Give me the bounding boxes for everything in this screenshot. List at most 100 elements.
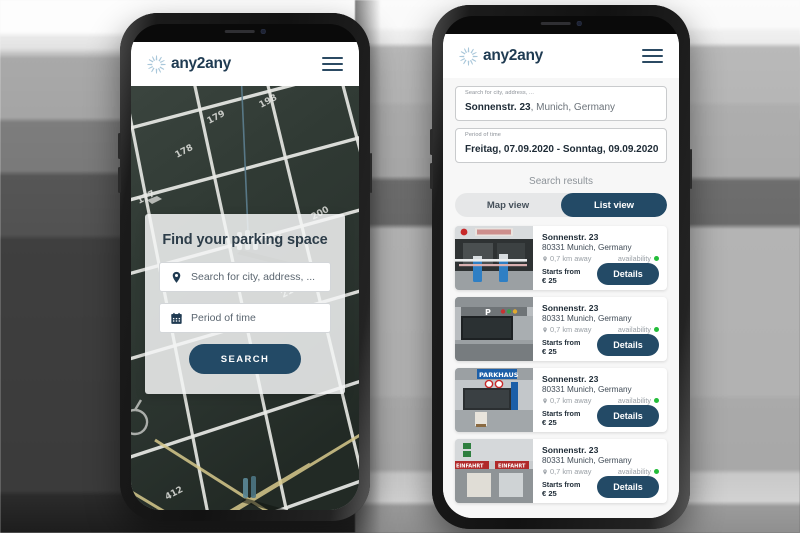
brand-logo-right[interactable]: any2any [459,46,543,66]
results-heading: Search results [529,176,593,187]
map-pin-icon-small [543,327,547,333]
search-input-placeholder: Search for city, address, ... [191,271,316,283]
search-button[interactable]: SEARCH [189,344,301,374]
price-block: Starts from € 25 [542,409,580,428]
tab-map-view[interactable]: Map view [455,193,561,217]
result-footer: Starts from € 25 Details [542,263,659,286]
result-footer: Starts from € 25 Details [542,405,659,428]
result-title: Sonnenstr. 23 [542,445,599,455]
date-input-label: Period of time [465,132,501,138]
phone-device-right: any2any Search for city, address, ... So… [430,5,692,529]
result-thumbnail [455,226,533,290]
result-card-body: Sonnenstr. 23 80331 Munich, Germany 0,7 … [533,226,667,290]
result-thumbnail: PARKHAUS [455,368,533,432]
availability-label: availability [617,325,651,335]
volume-up-button-right[interactable] [430,129,433,155]
date-input-filled[interactable]: Period of time Freitag, 07.09.2020 - Son… [455,128,667,163]
details-button[interactable]: Details [597,334,659,357]
svg-text:EINFAHRT: EINFAHRT [498,464,526,470]
app-header-left: any2any [131,42,359,86]
result-meta: 0,7 km away availability [542,325,659,334]
price-label: Starts from [542,266,581,276]
result-title: Sonnenstr. 23 [542,303,599,313]
availability-label: availability [617,254,651,264]
result-footer: Starts from € 25 Details [542,334,659,357]
result-card-body: Sonnenstr. 23 80331 Munich, Germany 0,7 … [533,368,667,432]
earpiece-speaker [224,29,255,34]
map-pin-icon-small [543,398,547,404]
availability-dot [654,256,659,262]
details-button[interactable]: Details [597,476,659,499]
price-value: € 25 [542,418,557,428]
availability-badge: availability [618,467,659,476]
mockup-scene: any2any 177 178 179 198 412 Find your pa… [0,0,800,533]
phone-screen-left: any2any 177 178 179 198 412 Find your pa… [131,24,359,510]
result-title: Sonnenstr. 23 [542,374,599,384]
availability-badge: availability [618,254,659,263]
availability-label: availability [617,396,651,406]
power-button[interactable] [369,153,372,193]
search-input[interactable]: Search for city, address, ... [159,262,331,292]
volume-down-button-right[interactable] [430,163,433,189]
price-label: Starts from [542,337,581,347]
availability-dot [654,469,659,475]
result-thumbnail: EINFAHRT EINFAHRT [455,439,533,503]
phone-screen-right: any2any Search for city, address, ... So… [443,16,679,518]
result-distance: 0,7 km away [542,396,592,405]
price-block: Starts from € 25 [542,266,581,286]
result-card-body: Sonnenstr. 23 80331 Munich, Germany 0,7 … [533,297,667,361]
svg-text:PARKHAUS: PARKHAUS [479,371,519,379]
date-input[interactable]: Period of time [159,303,331,333]
filled-search-fields: Search for city, address, ... Sonnenstr.… [443,78,679,172]
result-distance: 0,7 km away [542,254,592,263]
availability-badge: availability [618,396,659,405]
result-distance-text: 0,7 km away [550,396,592,406]
hamburger-icon-left[interactable] [322,56,343,72]
result-meta: 0,7 km away availability [542,396,659,405]
hero-section: 177 178 179 198 200 203 217 412 [131,86,359,510]
details-button[interactable]: Details [597,405,659,428]
price-value: € 25 [542,489,557,499]
result-distance-text: 0,7 km away [550,467,592,477]
result-list: Sonnenstr. 23 80331 Munich, Germany 0,7 … [443,226,679,503]
map-pin-icon-small [543,256,547,262]
result-distance-text: 0,7 km away [550,254,592,264]
search-input-value: Sonnenstr. 23, Munich, Germany [465,102,615,113]
phone-notch-left [224,24,266,39]
result-distance: 0,7 km away [542,325,592,334]
result-card[interactable]: EINFAHRT EINFAHRT Sonnenstr. 23 80331 Mu… [455,439,667,503]
results-page: Search for city, address, ... Sonnenstr.… [443,78,679,518]
result-address: 80331 Munich, Germany [542,313,632,323]
front-camera [260,29,266,34]
search-input-filled[interactable]: Search for city, address, ... Sonnenstr.… [455,86,667,121]
svg-text:EINFAHRT: EINFAHRT [456,464,484,470]
date-input-placeholder: Period of time [191,312,256,324]
app-screen-results: any2any Search for city, address, ... So… [443,34,679,518]
calendar-icon [171,312,182,324]
price-block: Starts from € 25 [542,337,581,357]
einfahrt-entrance-photo: EINFAHRT EINFAHRT [455,439,533,503]
date-input-value: Freitag, 07.09.2020 - Sonntag, 09.09.202… [465,144,658,155]
availability-dot [654,327,659,333]
volume-up-button[interactable] [118,133,121,159]
power-button-right[interactable] [689,149,692,189]
hamburger-icon-right[interactable] [642,48,663,64]
front-camera-right [576,21,582,26]
availability-label: availability [617,467,651,477]
price-value: € 25 [542,347,557,357]
price-value: € 25 [542,276,557,286]
result-card[interactable]: PARKHAUS Sonnenstr. 23 80331 Munich, Ger… [455,368,667,432]
tab-list-view[interactable]: List view [561,193,667,217]
details-button[interactable]: Details [597,263,659,286]
result-card[interactable]: P Sonnenstr. 23 80331 Munich, Germany 0,… [455,297,667,361]
result-footer: Starts from € 25 Details [542,476,659,499]
date-input-value-text: Freitag, 07.09.2020 - Sonntag, 09.09.202… [465,144,659,155]
result-card[interactable]: Sonnenstr. 23 80331 Munich, Germany 0,7 … [455,226,667,290]
brand-name-left: any2any [171,55,231,72]
brand-logo-left[interactable]: any2any [147,54,231,74]
result-thumbnail: P [455,297,533,361]
brand-name-right: any2any [483,47,543,64]
phone-device-left: any2any 177 178 179 198 412 Find your pa… [118,13,372,521]
volume-down-button[interactable] [118,167,121,193]
result-meta: 0,7 km away availability [542,254,659,263]
